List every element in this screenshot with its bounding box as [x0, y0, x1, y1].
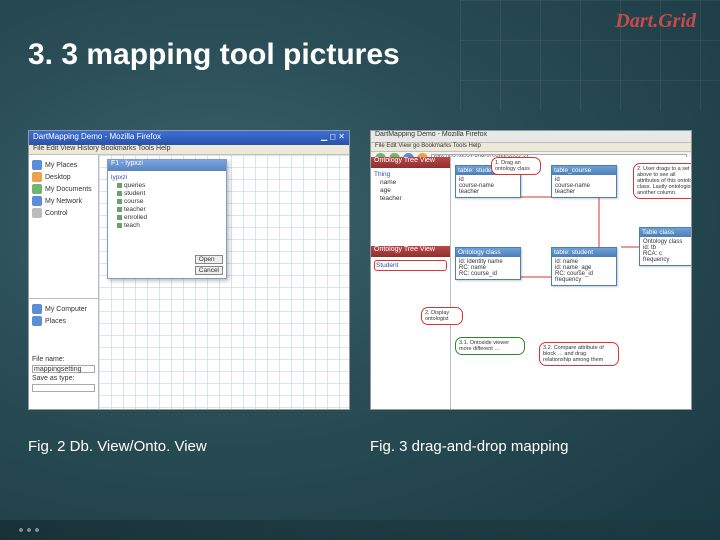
tree-item-label: queries — [124, 182, 145, 189]
schema-box: table: student id: name id: name_age RC:… — [551, 247, 617, 286]
ontology-item-label: name — [380, 179, 396, 186]
folder-icon — [32, 196, 42, 206]
sidebar-item-label: Control — [45, 210, 68, 217]
ontology-item-label: teacher — [380, 195, 402, 202]
brand-label: Dart.Grid — [615, 10, 696, 33]
ontology-group-highlighted: Student — [374, 260, 447, 271]
callout-1: 1. Drag an ontology class — [491, 157, 541, 175]
folder-icon — [32, 208, 42, 218]
tree-item: teacher — [117, 206, 223, 213]
fig2-tree-panel: F1 - lypxzi lypxzi queries student cours… — [107, 159, 227, 279]
db-icon — [117, 215, 122, 220]
folder-icon — [32, 160, 42, 170]
sidebar-item-label: Places — [45, 318, 66, 325]
folder-icon — [32, 184, 42, 194]
tree-item-label: student — [124, 190, 145, 197]
computer-icon — [32, 304, 42, 314]
callout-2: 2. User drags to a set above to see all … — [633, 163, 692, 199]
schema-box-header: Table class — [640, 228, 692, 237]
db-icon — [117, 223, 122, 228]
schema-box: Ontology class id: identity name RC: nam… — [455, 247, 521, 280]
callout-5: 3.2. Compare attribute of block … and dr… — [539, 342, 619, 366]
db-icon — [117, 191, 122, 196]
slide-footer-decoration — [0, 520, 720, 540]
tree-item: student — [117, 190, 223, 197]
fig2-window-title: DartMapping Demo - Mozilla Firefox — [33, 132, 161, 144]
schema-row: teacher — [459, 189, 517, 195]
ontology-item: name — [380, 179, 447, 186]
figures-row: DartMapping Demo - Mozilla Firefox ▁ ◻ ✕… — [28, 130, 692, 455]
schema-row: RC: course_id — [459, 271, 517, 277]
globe-icon — [32, 316, 42, 326]
fig2-menubar: File Edit View History Bookmarks Tools H… — [29, 145, 349, 155]
fig2-screenshot: DartMapping Demo - Mozilla Firefox ▁ ◻ ✕… — [28, 130, 350, 410]
callout-3: 2. Display ontologist — [421, 307, 463, 325]
tree-item: queries — [117, 182, 223, 189]
sidebar-item-label: My Documents — [45, 186, 92, 193]
db-icon — [117, 207, 122, 212]
db-icon — [117, 183, 122, 188]
sidebar-item-label: My Network — [45, 198, 82, 205]
fig3-window-titlebar: DartMapping Demo - Mozilla Firefox — [371, 131, 691, 143]
tree-root-label: lypxzi — [111, 174, 223, 181]
tree-item: course — [117, 198, 223, 205]
callout-4: 3.1. Ontoside viewer more different … — [455, 337, 525, 355]
tree-item: enrolled — [117, 214, 223, 221]
folder-icon — [32, 172, 42, 182]
sidebar-item-label: My Places — [45, 162, 77, 169]
schema-row: frequency — [643, 257, 692, 263]
form-label: File name: — [32, 356, 65, 363]
window-controls-icon: ▁ ◻ ✕ — [321, 132, 345, 144]
tree-item-label: enrolled — [124, 214, 147, 221]
open-button: Open — [195, 255, 223, 264]
fig3-menubar: File Edit View go Bookmarks Tools Help — [371, 143, 691, 152]
tree-item: teach — [117, 222, 223, 229]
figure-2: DartMapping Demo - Mozilla Firefox ▁ ◻ ✕… — [28, 130, 350, 455]
tree-item-label: teacher — [124, 206, 146, 213]
schema-box-header: Ontology class — [456, 248, 520, 257]
ontology-item: teacher — [380, 195, 447, 202]
tree-item-label: course — [124, 198, 144, 205]
schema-row: frequency — [555, 277, 613, 283]
schema-box: Table class Ontology class id: tb RCA: c… — [639, 227, 692, 266]
cancel-button: Cancel — [195, 266, 223, 275]
ontology-item: age — [380, 187, 447, 194]
tree-item-label: teach — [124, 222, 140, 229]
ontology-panel-header: Ontology Tree View — [371, 157, 450, 168]
fig3-caption: Fig. 3 drag-and-drop mapping — [370, 438, 692, 455]
schema-box-header: table_course — [552, 166, 616, 175]
form-label: Save as type: — [32, 375, 74, 382]
fig2-panel-header: F1 - lypxzi — [108, 160, 226, 171]
savetype-field — [32, 384, 95, 392]
schema-box-header: table: student — [552, 248, 616, 257]
fig2-caption: Fig. 2 Db. View/Onto. View — [28, 438, 350, 455]
sidebar-item-label: Desktop — [45, 174, 71, 181]
fig2-sidebar: My Places Desktop My Documents My Networ… — [29, 155, 99, 409]
ontology-group: Thing — [374, 171, 447, 178]
figure-3: DartMapping Demo - Mozilla Firefox File … — [370, 130, 692, 455]
filename-field: mappingsetting — [32, 365, 95, 373]
slide-title: 3. 3 mapping tool pictures — [28, 38, 400, 72]
schema-box: table_course id course-name teacher — [551, 165, 617, 198]
fig3-canvas: table: student id course-name teacher ta… — [451, 157, 691, 409]
sidebar-item-label: My Computer — [45, 306, 87, 313]
ontology-panel-header-2: Ontology Tree View — [371, 246, 450, 257]
ontology-item-label: age — [380, 187, 391, 194]
db-icon — [117, 199, 122, 204]
fig3-ontology-panel: Ontology Tree View Thing name age teache… — [371, 157, 451, 409]
fig3-screenshot: DartMapping Demo - Mozilla Firefox File … — [370, 130, 692, 410]
fig2-window-titlebar: DartMapping Demo - Mozilla Firefox ▁ ◻ ✕ — [29, 131, 349, 145]
schema-row: teacher — [555, 189, 613, 195]
